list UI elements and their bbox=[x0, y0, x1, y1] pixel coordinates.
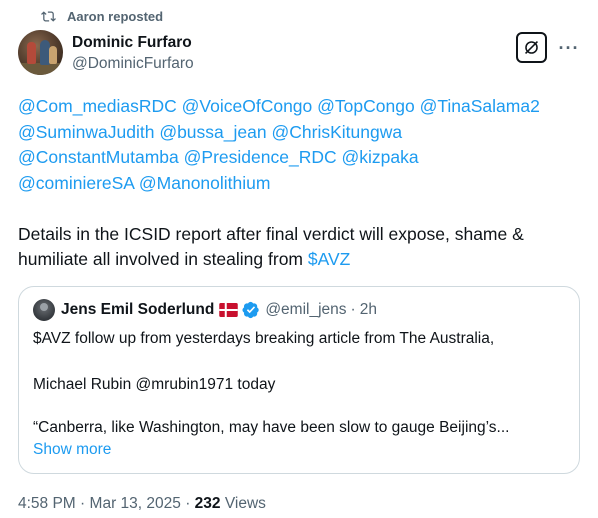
quote-separator: · bbox=[350, 301, 356, 318]
quote-author-avatar[interactable] bbox=[33, 299, 55, 321]
quote-text-line: Michael Rubin @mrubin1971 today bbox=[33, 376, 276, 393]
repost-label: Aaron reposted bbox=[67, 9, 164, 24]
mention-link[interactable]: @ChrisKitungwa bbox=[271, 122, 402, 142]
author-handle[interactable]: @DominicFurfaro bbox=[72, 55, 194, 73]
quote-timestamp[interactable]: 2h bbox=[360, 301, 377, 319]
repost-icon bbox=[41, 11, 56, 22]
quote-header: Jens Emil Soderlund @emil_jens · 2h bbox=[33, 299, 377, 321]
tweet-body-text: Details in the ICSID report after final … bbox=[18, 224, 524, 269]
author-avatar[interactable] bbox=[18, 30, 63, 75]
quote-text-line: $AVZ follow up from yesterdays breaking … bbox=[33, 330, 495, 347]
tweet-date[interactable]: Mar 13, 2025 bbox=[90, 495, 181, 512]
denmark-flag-icon bbox=[219, 303, 239, 317]
mentions-block: @Com_mediasRDC @VoiceOfCongo @TopCongo @… bbox=[18, 94, 588, 196]
mention-link[interactable]: @Manonolithium bbox=[139, 173, 271, 193]
repost-header[interactable]: Aaron reposted bbox=[18, 9, 163, 24]
meta-separator: · bbox=[80, 495, 86, 512]
mention-link[interactable]: @bussa_jean bbox=[159, 122, 266, 142]
quote-author-name[interactable]: Jens Emil Soderlund bbox=[61, 301, 214, 319]
tweet-meta: 4:58 PM · Mar 13, 2025 · 232 Views bbox=[18, 495, 266, 513]
mention-link[interactable]: @VoiceOfCongo bbox=[182, 96, 313, 116]
verified-badge-icon bbox=[242, 301, 260, 319]
more-icon: ··· bbox=[558, 37, 580, 58]
mention-link[interactable]: @kizpaka bbox=[341, 147, 418, 167]
mention-link[interactable]: @ConstantMutamba bbox=[18, 147, 179, 167]
quote-tweet-card[interactable]: Jens Emil Soderlund @emil_jens · 2h $AVZ… bbox=[18, 286, 580, 474]
mention-link[interactable]: @TopCongo bbox=[317, 96, 415, 116]
cashtag-link[interactable]: $AVZ bbox=[308, 249, 350, 269]
tweet-time[interactable]: 4:58 PM bbox=[18, 495, 76, 512]
meta-separator: · bbox=[185, 495, 191, 512]
tweet-body: Details in the ICSID report after final … bbox=[18, 222, 583, 272]
views-label: Views bbox=[224, 495, 266, 512]
grok-icon bbox=[525, 41, 538, 54]
mention-link[interactable]: @cominiereSA bbox=[18, 173, 134, 193]
more-options-button[interactable]: ··· bbox=[556, 36, 582, 60]
quote-author-handle[interactable]: @emil_jens bbox=[265, 301, 346, 319]
views-count: 232 bbox=[194, 495, 221, 512]
show-more-link[interactable]: Show more bbox=[33, 441, 111, 459]
mention-link[interactable]: @Com_mediasRDC bbox=[18, 96, 177, 116]
mention-link[interactable]: @Presidence_RDC bbox=[184, 147, 337, 167]
mention-link[interactable]: @TinaSalama2 bbox=[420, 96, 540, 116]
mention-link[interactable]: @SuminwaJudith bbox=[18, 122, 154, 142]
quote-text-line: “Canberra, like Washington, may have bee… bbox=[33, 419, 510, 436]
grok-button[interactable] bbox=[516, 32, 547, 63]
author-display-name[interactable]: Dominic Furfaro bbox=[72, 34, 192, 52]
